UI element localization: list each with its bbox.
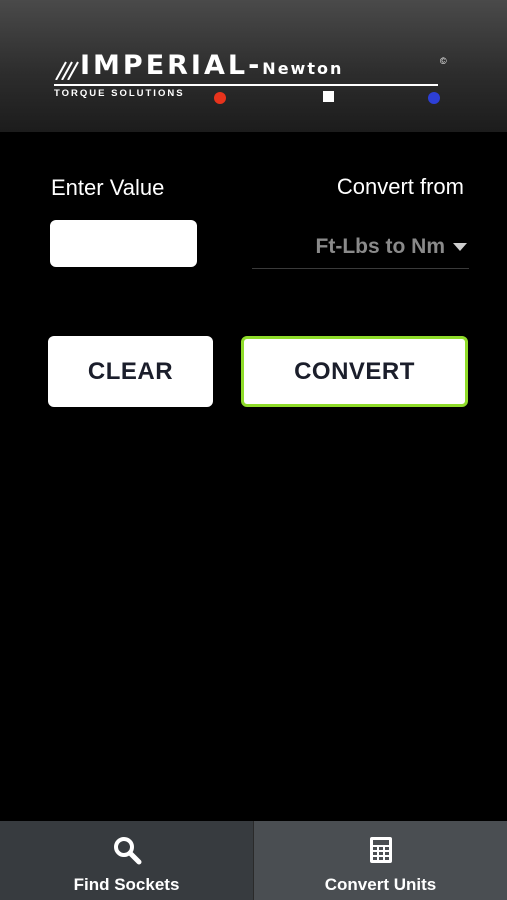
tab-find-sockets[interactable]: Find Sockets [0,821,253,900]
clear-button[interactable]: CLEAR [48,336,213,407]
imperial-newton-logo: IMPERIAL-Newton © TORQUE SOLUTIONS [54,50,454,110]
logo-red-dot [214,92,226,104]
logo-title-text: IMPERIAL- [80,50,263,81]
logo-underline [54,84,438,86]
caret-down-icon [453,243,467,251]
logo-blue-dot [428,92,440,104]
logo-white-square [323,91,334,102]
calculator-icon [369,837,392,863]
tab-convert-units-label: Convert Units [324,875,437,894]
conversion-select-value: Ft-Lbs to Nm [315,235,445,258]
convert-button[interactable]: CONVERT [241,336,468,407]
enter-value-label: Enter Value [51,175,165,200]
app-header: IMPERIAL-Newton © TORQUE SOLUTIONS [0,0,507,132]
search-icon [113,837,141,865]
logo-tagline: TORQUE SOLUTIONS [54,88,185,99]
logo-subtitle: Newton [262,59,344,78]
conversion-select[interactable]: Ft-Lbs to Nm [252,226,469,269]
value-input[interactable] [50,220,197,267]
bottom-tab-bar: Find Sockets Convert Units [0,821,507,900]
logo-stripes-icon [55,61,79,80]
logo-title: IMPERIAL-Newton [80,50,343,85]
logo-copyright: © [440,56,447,66]
tab-find-sockets-label: Find Sockets [73,875,180,894]
convert-from-label: Convert from [336,174,464,199]
tab-convert-units[interactable]: Convert Units [253,821,507,900]
